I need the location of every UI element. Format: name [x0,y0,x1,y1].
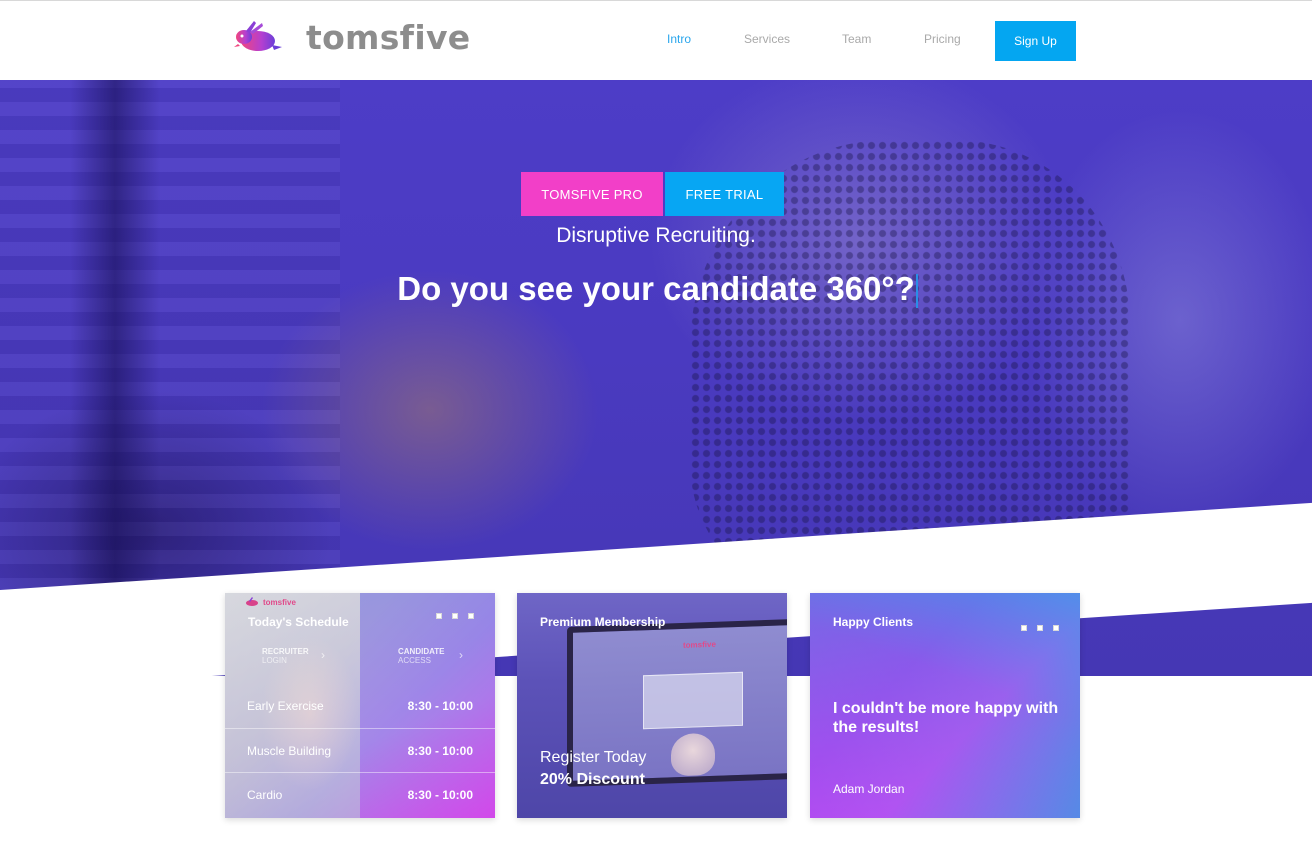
membership-promo: Register Today 20% Discount [540,747,646,791]
menu-dot-icon [1037,625,1043,631]
menu-dot-icon [468,613,474,619]
free-trial-button[interactable]: FREE TRIAL [665,172,784,216]
nav-services[interactable]: Services [744,32,790,46]
hero-tagline: Disruptive Recruiting. [556,224,756,247]
recruiter-login-line2: LOGIN [262,656,287,665]
recruiter-login-link[interactable]: RECRUITER LOGIN [262,647,309,665]
schedule-row-time: 8:30 - 10:00 [407,699,473,713]
clients-card-title: Happy Clients [833,615,914,629]
nav-team[interactable]: Team [842,32,871,46]
membership-card-title: Premium Membership [540,615,666,629]
rabbit-mini-icon [246,597,258,606]
hero-bottom-fill [1080,676,1312,852]
schedule-row-name: Muscle Building [247,743,332,758]
schedule-card-title: Today's Schedule [248,615,349,629]
schedule-row-time: 8:30 - 10:00 [407,787,473,802]
candidate-access-line2: ACCESS [398,656,431,665]
schedule-row: Cardio 8:30 - 10:00 [225,772,495,816]
monitor-brand: tomsfive [683,639,716,650]
schedule-row: Early Exercise 8:30 - 10:00 [225,684,495,728]
sign-up-button[interactable]: Sign Up [995,21,1076,61]
promo-line-2: 20% Discount [540,771,645,788]
mini-brand-logo: tomsfive [245,597,296,607]
candidate-access-line1: CANDIDATE [398,647,445,656]
client-quote: I couldn't be more happy with the result… [833,700,1059,736]
nav-pricing[interactable]: Pricing [924,32,961,46]
schedule-card: tomsfive Today's Schedule RECRUITER LOGI… [225,593,495,818]
clients-card: Happy Clients I couldn't be more happy w… [810,593,1080,818]
menu-dot-icon [1053,625,1059,631]
nav-intro[interactable]: Intro [667,32,691,46]
recruiter-login-line1: RECRUITER [262,647,309,656]
chevron-right-icon: › [321,648,325,662]
schedule-row-time: 8:30 - 10:00 [407,743,473,758]
brand-name: tomsfive [306,17,471,57]
schedule-row: Muscle Building 8:30 - 10:00 [225,728,495,772]
clients-card-menu[interactable] [1021,625,1059,631]
brand-logo[interactable]: tomsfive [232,15,470,59]
schedule-row-name: Cardio [247,787,283,802]
rabbit-logo-icon [234,21,282,51]
navbar: tomsfive Intro Services Team Pricing Sig… [0,0,1312,80]
schedule-row-name: Early Exercise [247,699,324,713]
monitor-dialog [643,671,743,730]
membership-card: tomsfive Premium Membership Register Tod… [517,593,787,818]
menu-dot-icon [452,613,458,619]
promo-line-1: Register Today [540,749,647,766]
schedule-card-menu[interactable] [436,613,474,619]
mini-brand-name: tomsfive [263,597,296,607]
hero-headline: Do you see your candidate 360°? [397,270,915,307]
monitor-face [671,732,715,777]
menu-dot-icon [1021,625,1027,631]
menu-dot-icon [436,613,442,619]
chevron-right-icon: › [459,648,463,662]
client-author: Adam Jordan [833,782,905,796]
tomsfive-pro-button[interactable]: TOMSFIVE PRO [521,172,663,216]
candidate-access-link[interactable]: CANDIDATE ACCESS [398,647,445,665]
typing-caret [916,274,918,308]
